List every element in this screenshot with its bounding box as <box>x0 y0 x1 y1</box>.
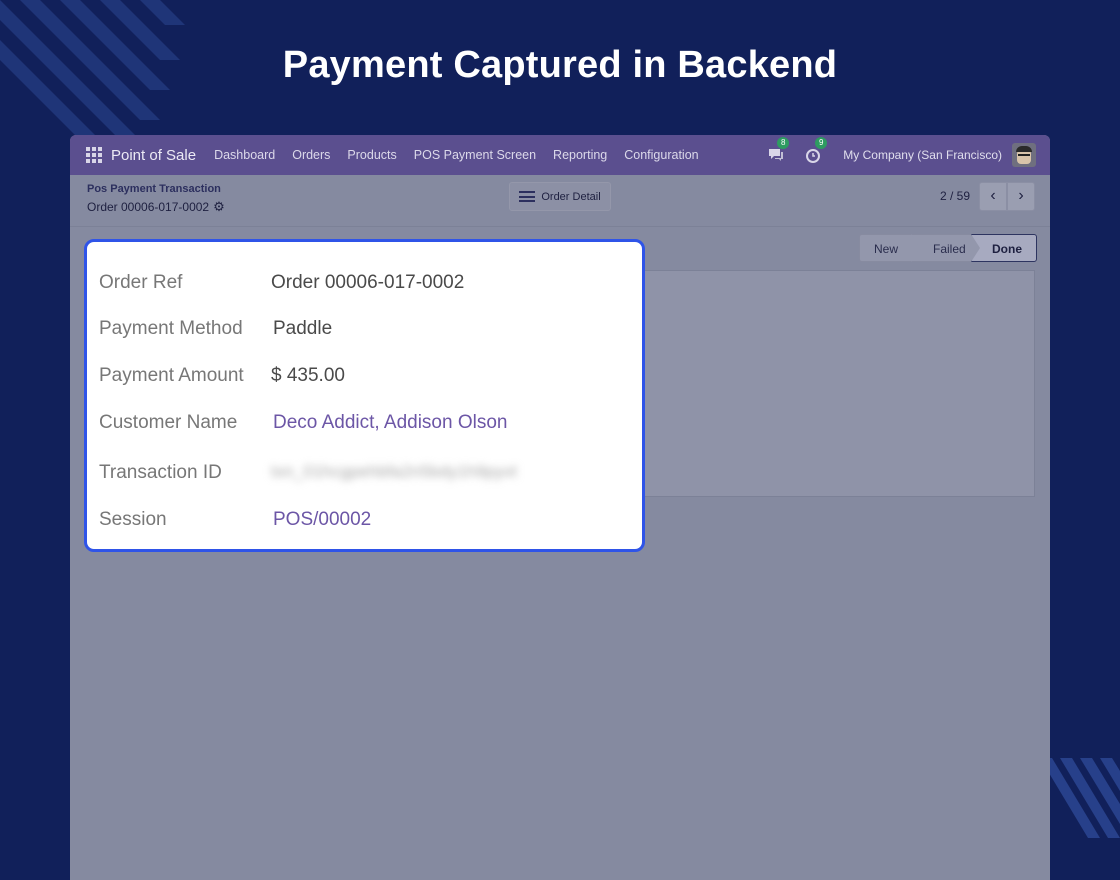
field-session: Session POS/00002 <box>99 509 639 533</box>
breadcrumb-current: Order 00006-017-0002 ⚙ <box>87 199 225 215</box>
order-detail-label: Order Detail <box>541 190 601 203</box>
app-name[interactable]: Point of Sale <box>111 147 196 164</box>
stage-new[interactable]: New <box>859 234 920 262</box>
activities-badge: 9 <box>815 137 828 149</box>
payment-amount-value: $ 435.00 <box>271 365 345 386</box>
main-menu: Dashboard Orders Products POS Payment Sc… <box>214 148 716 162</box>
messages-icon[interactable]: 8 <box>767 137 790 164</box>
menu-orders[interactable]: Orders <box>292 148 330 162</box>
form-sheet <box>635 270 1035 497</box>
order-detail-button[interactable]: Order Detail <box>509 182 611 211</box>
customer-name-link[interactable]: Deco Addict, Addison Olson <box>273 412 507 434</box>
menu-pos-payment-screen[interactable]: POS Payment Screen <box>414 148 536 162</box>
pager-next-button[interactable]: › <box>1007 182 1035 211</box>
order-ref-label: Order Ref <box>99 272 183 293</box>
transaction-id-label: Transaction ID <box>99 462 222 483</box>
stage-done[interactable]: Done <box>971 234 1037 262</box>
user-avatar[interactable] <box>1012 143 1036 167</box>
field-customer-name: Customer Name Deco Addict, Addison Olson <box>99 412 639 436</box>
status-bar: New Failed Done <box>859 234 1037 262</box>
payment-details-callout: Order Ref Order 00006-017-0002 Payment M… <box>84 239 645 552</box>
session-label: Session <box>99 509 167 530</box>
stage-done-label: Done <box>992 242 1022 256</box>
list-icon <box>519 189 536 205</box>
payment-method-label: Payment Method <box>99 318 243 339</box>
menu-reporting[interactable]: Reporting <box>553 148 607 162</box>
field-payment-method: Payment Method Paddle <box>99 318 639 342</box>
pager-previous-button[interactable]: ‹ <box>979 182 1007 211</box>
navbar-systray: 8 9 My Company (San Francisco) <box>767 137 1050 167</box>
gear-icon[interactable]: ⚙ <box>213 199 225 215</box>
customer-name-label: Customer Name <box>99 412 238 433</box>
field-order-ref: Order Ref Order 00006-017-0002 <box>99 272 639 296</box>
breadcrumb-current-label: Order 00006-017-0002 <box>87 200 210 214</box>
page-headline: Payment Captured in Backend <box>282 44 838 86</box>
session-link[interactable]: POS/00002 <box>273 509 371 531</box>
breadcrumb-parent[interactable]: Pos Payment Transaction <box>87 183 221 195</box>
top-navbar: Point of Sale Dashboard Orders Products … <box>70 135 1050 175</box>
pager-counter[interactable]: 2 / 59 <box>940 189 970 203</box>
stage-new-label: New <box>874 242 899 256</box>
field-payment-amount: Payment Amount $ 435.00 <box>99 365 639 389</box>
apps-grid-icon[interactable] <box>86 147 102 163</box>
field-transaction-id: Transaction ID txn_01hcgpehbfa2n5bdy1h9p… <box>99 462 639 486</box>
menu-dashboard[interactable]: Dashboard <box>214 148 275 162</box>
payment-amount-label: Payment Amount <box>99 365 244 386</box>
chevron-left-icon: ‹ <box>990 187 996 204</box>
stage-failed-label: Failed <box>933 242 966 256</box>
order-ref-value: Order 00006-017-0002 <box>271 272 465 293</box>
menu-configuration[interactable]: Configuration <box>624 148 698 162</box>
stage-failed[interactable]: Failed <box>911 234 980 262</box>
chevron-right-icon: › <box>1018 187 1024 204</box>
menu-products[interactable]: Products <box>347 148 396 162</box>
company-switcher[interactable]: My Company (San Francisco) <box>843 148 1002 162</box>
messages-badge: 8 <box>777 137 790 149</box>
transaction-id-value-blurred: txn_01hcgpehbfa2n5bdy1h9pyvt <box>271 462 517 481</box>
decorative-stripes-bottom-right <box>1040 758 1120 838</box>
control-panel: Pos Payment Transaction Order 00006-017-… <box>70 175 1050 227</box>
activities-clock-icon[interactable]: 9 <box>805 137 828 164</box>
payment-method-value: Paddle <box>273 318 333 339</box>
